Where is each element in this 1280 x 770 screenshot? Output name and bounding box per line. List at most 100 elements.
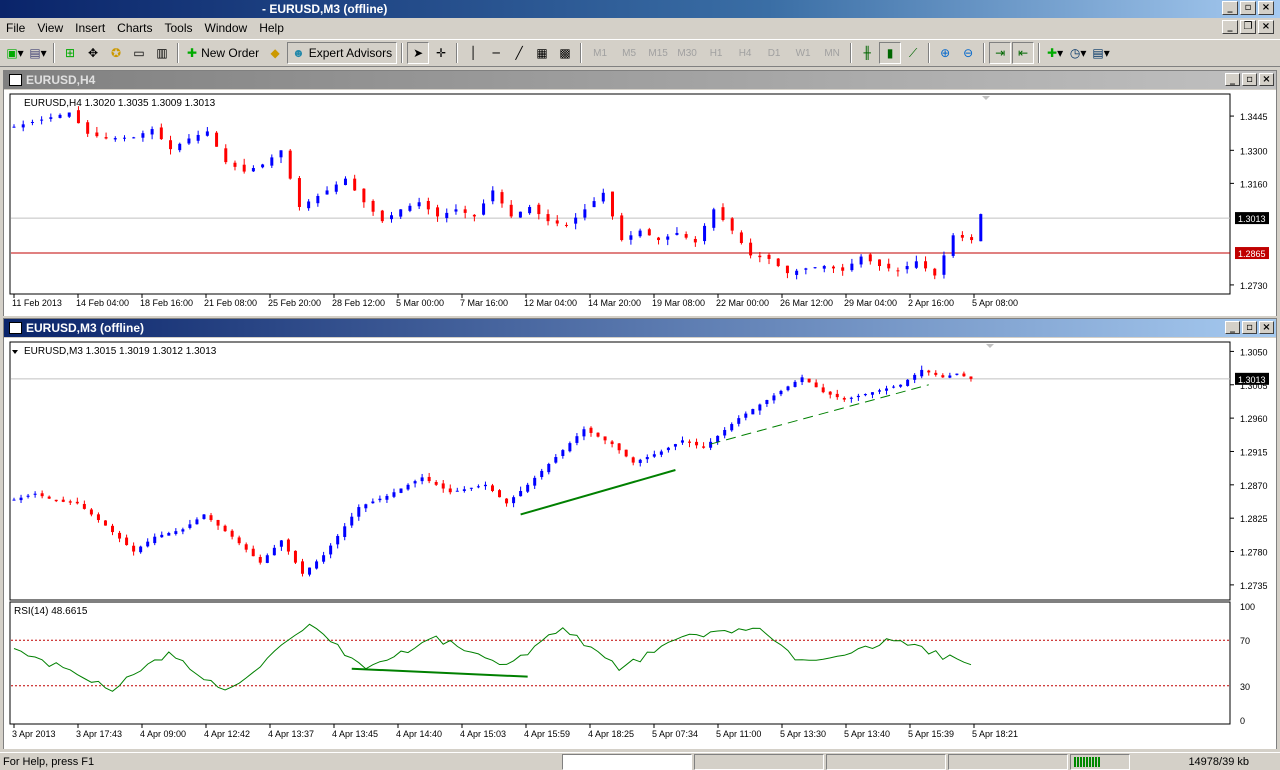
menu-charts[interactable]: Charts <box>113 19 160 37</box>
chart-h4-time-axis: 11 Feb 2013 14 Feb 04:00 18 Feb 16:00 21 Fe… <box>12 294 1018 308</box>
mdi-close-button[interactable]: × <box>1258 20 1274 34</box>
timeframe-m1[interactable]: M1 <box>586 42 614 64</box>
timeframe-h1[interactable]: H1 <box>702 42 730 64</box>
strategy-tester-button[interactable]: ▥ <box>151 42 173 64</box>
cursor-tool-button[interactable]: ➤ <box>407 42 430 64</box>
candle-body <box>631 457 635 463</box>
mt4-app: - EURUSD,M3 (offline) _ ▫ × File View In… <box>0 0 1280 770</box>
timeframe-m15[interactable]: M15 <box>644 42 672 64</box>
zoom-out-button[interactable]: ⊖ <box>957 42 979 64</box>
chart-h4-canvas[interactable]: EURUSD,H4 1.3020 1.3035 1.3009 1.3013 1.… <box>4 90 1276 316</box>
candle-body <box>568 443 572 452</box>
candle-body <box>941 375 945 378</box>
candle-body <box>723 429 727 436</box>
expert-advisors-button[interactable]: ☻ Expert Advisors <box>287 42 398 64</box>
candle-body <box>75 501 79 504</box>
chart-window-m3[interactable]: EURUSD,M3 (offline) _ ▫ × EURUSD,M3 1.30… <box>3 318 1277 749</box>
chart-m3-minimize-button[interactable]: _ <box>1225 321 1240 334</box>
close-button[interactable]: × <box>1258 1 1274 15</box>
candle-body <box>378 498 382 501</box>
menu-insert[interactable]: Insert <box>71 19 113 37</box>
candle-body <box>610 441 614 445</box>
market-watch-button[interactable]: ⊞ <box>59 42 81 64</box>
status-memory: 14978/39 kb <box>1188 755 1249 768</box>
menu-tools[interactable]: Tools <box>161 19 201 37</box>
candle-body <box>680 440 684 443</box>
chart-m3-canvas[interactable]: EURUSD,M3 1.3015 1.3019 1.3012 1.3013 RS… <box>4 338 1276 749</box>
candle-body <box>132 545 136 552</box>
terminal-icon: ▭ <box>133 46 145 60</box>
chart-h4-plot-frame <box>9 93 1231 295</box>
crosshair-icon: ✛ <box>436 46 447 60</box>
timeframe-m5[interactable]: M5 <box>615 42 643 64</box>
new-order-button[interactable]: ✚ New Order <box>183 42 263 64</box>
time-tick-label: 14 Mar 20:00 <box>588 298 641 308</box>
chart-window-m3-title[interactable]: EURUSD,M3 (offline) _ ▫ × <box>4 319 1276 337</box>
horizontal-line-button[interactable]: ─ <box>485 42 507 64</box>
menu-help[interactable]: Help <box>255 19 292 37</box>
timeframe-w1[interactable]: W1 <box>789 42 817 64</box>
time-tick-label: 4 Apr 12:42 <box>204 729 250 739</box>
periods-button[interactable]: ◷ ▾ <box>1067 42 1089 64</box>
chart-window-h4[interactable]: EURUSD,H4 _ ▫ × EURUSD,H4 1.3020 1.3035 … <box>3 70 1277 316</box>
menu-window[interactable]: Window <box>201 19 256 37</box>
toolbar-separator <box>53 43 55 63</box>
candle-body <box>463 209 467 213</box>
candle-body <box>703 225 707 242</box>
candle-body <box>159 127 163 140</box>
new-chart-button[interactable]: ▣ ▾ <box>4 42 26 64</box>
timeframe-m30[interactable]: M30 <box>673 42 701 64</box>
data-window-button[interactable]: ✪ <box>105 42 127 64</box>
chart-h4-maximize-button[interactable]: ▫ <box>1242 73 1257 86</box>
terminal-button[interactable]: ▭ <box>128 42 150 64</box>
candle-body <box>67 112 71 117</box>
line-chart-button[interactable]: ⟋ <box>902 42 924 64</box>
trendline-button[interactable]: ╱ <box>508 42 530 64</box>
crosshair-tool-button[interactable]: ✛ <box>430 42 452 64</box>
navigator-button[interactable]: ✥ <box>82 42 104 64</box>
chart-h4-close-button[interactable]: × <box>1259 73 1274 86</box>
candle-body <box>885 388 889 391</box>
candle-body <box>850 263 854 271</box>
maximize-button[interactable]: ▫ <box>1240 1 1256 15</box>
chart-h4-minimize-button[interactable]: _ <box>1225 73 1240 86</box>
expert-advisors-label: Expert Advisors <box>308 46 393 60</box>
mdi-restore-button[interactable]: ❐ <box>1240 20 1256 34</box>
candlestick-button[interactable]: ▮ <box>879 42 902 64</box>
candle-body <box>308 567 312 575</box>
candle-body <box>483 484 487 487</box>
timeframe-d1[interactable]: D1 <box>760 42 788 64</box>
chart-window-h4-title[interactable]: EURUSD,H4 _ ▫ × <box>4 71 1276 89</box>
chart-shift-button[interactable]: ⇤ <box>1012 42 1035 64</box>
candle-body <box>500 192 504 204</box>
candle-body <box>315 561 319 569</box>
candle-body <box>167 533 171 536</box>
fibonacci-button[interactable]: ▩ <box>554 42 576 64</box>
vertical-line-button[interactable]: │ <box>462 42 484 64</box>
bar-chart-button[interactable]: ╫ <box>856 42 878 64</box>
candle-body <box>666 236 670 240</box>
new-chart-icon: ▣ <box>6 46 18 60</box>
candle-body <box>270 157 274 166</box>
metaeditor-button[interactable]: ◆ <box>264 42 286 64</box>
zoom-in-button[interactable]: ⊕ <box>934 42 956 64</box>
candle-body <box>554 457 558 463</box>
chart-m3-close-button[interactable]: × <box>1259 321 1274 334</box>
menu-view[interactable]: View <box>33 19 71 37</box>
menu-file[interactable]: File <box>2 19 33 37</box>
mdi-minimize-button[interactable]: _ <box>1222 20 1238 34</box>
indicators-button[interactable]: ✚ ▾ <box>1044 42 1066 64</box>
time-tick-label: 5 Apr 15:39 <box>908 729 954 739</box>
timeframe-h4[interactable]: H4 <box>731 42 759 64</box>
chart-m3-maximize-button[interactable]: ▫ <box>1242 321 1257 334</box>
candle-body <box>233 162 237 167</box>
candle-body <box>357 507 361 517</box>
zoom-in-icon: ⊕ <box>940 46 951 60</box>
minimize-button[interactable]: _ <box>1222 1 1238 15</box>
candle-body <box>892 386 896 388</box>
channel-button[interactable]: ▦ <box>531 42 553 64</box>
auto-scroll-button[interactable]: ⇥ <box>989 42 1012 64</box>
timeframe-mn[interactable]: MN <box>818 42 846 64</box>
profiles-button[interactable]: ▤ ▾ <box>27 42 49 64</box>
templates-button[interactable]: ▤ ▾ <box>1090 42 1112 64</box>
